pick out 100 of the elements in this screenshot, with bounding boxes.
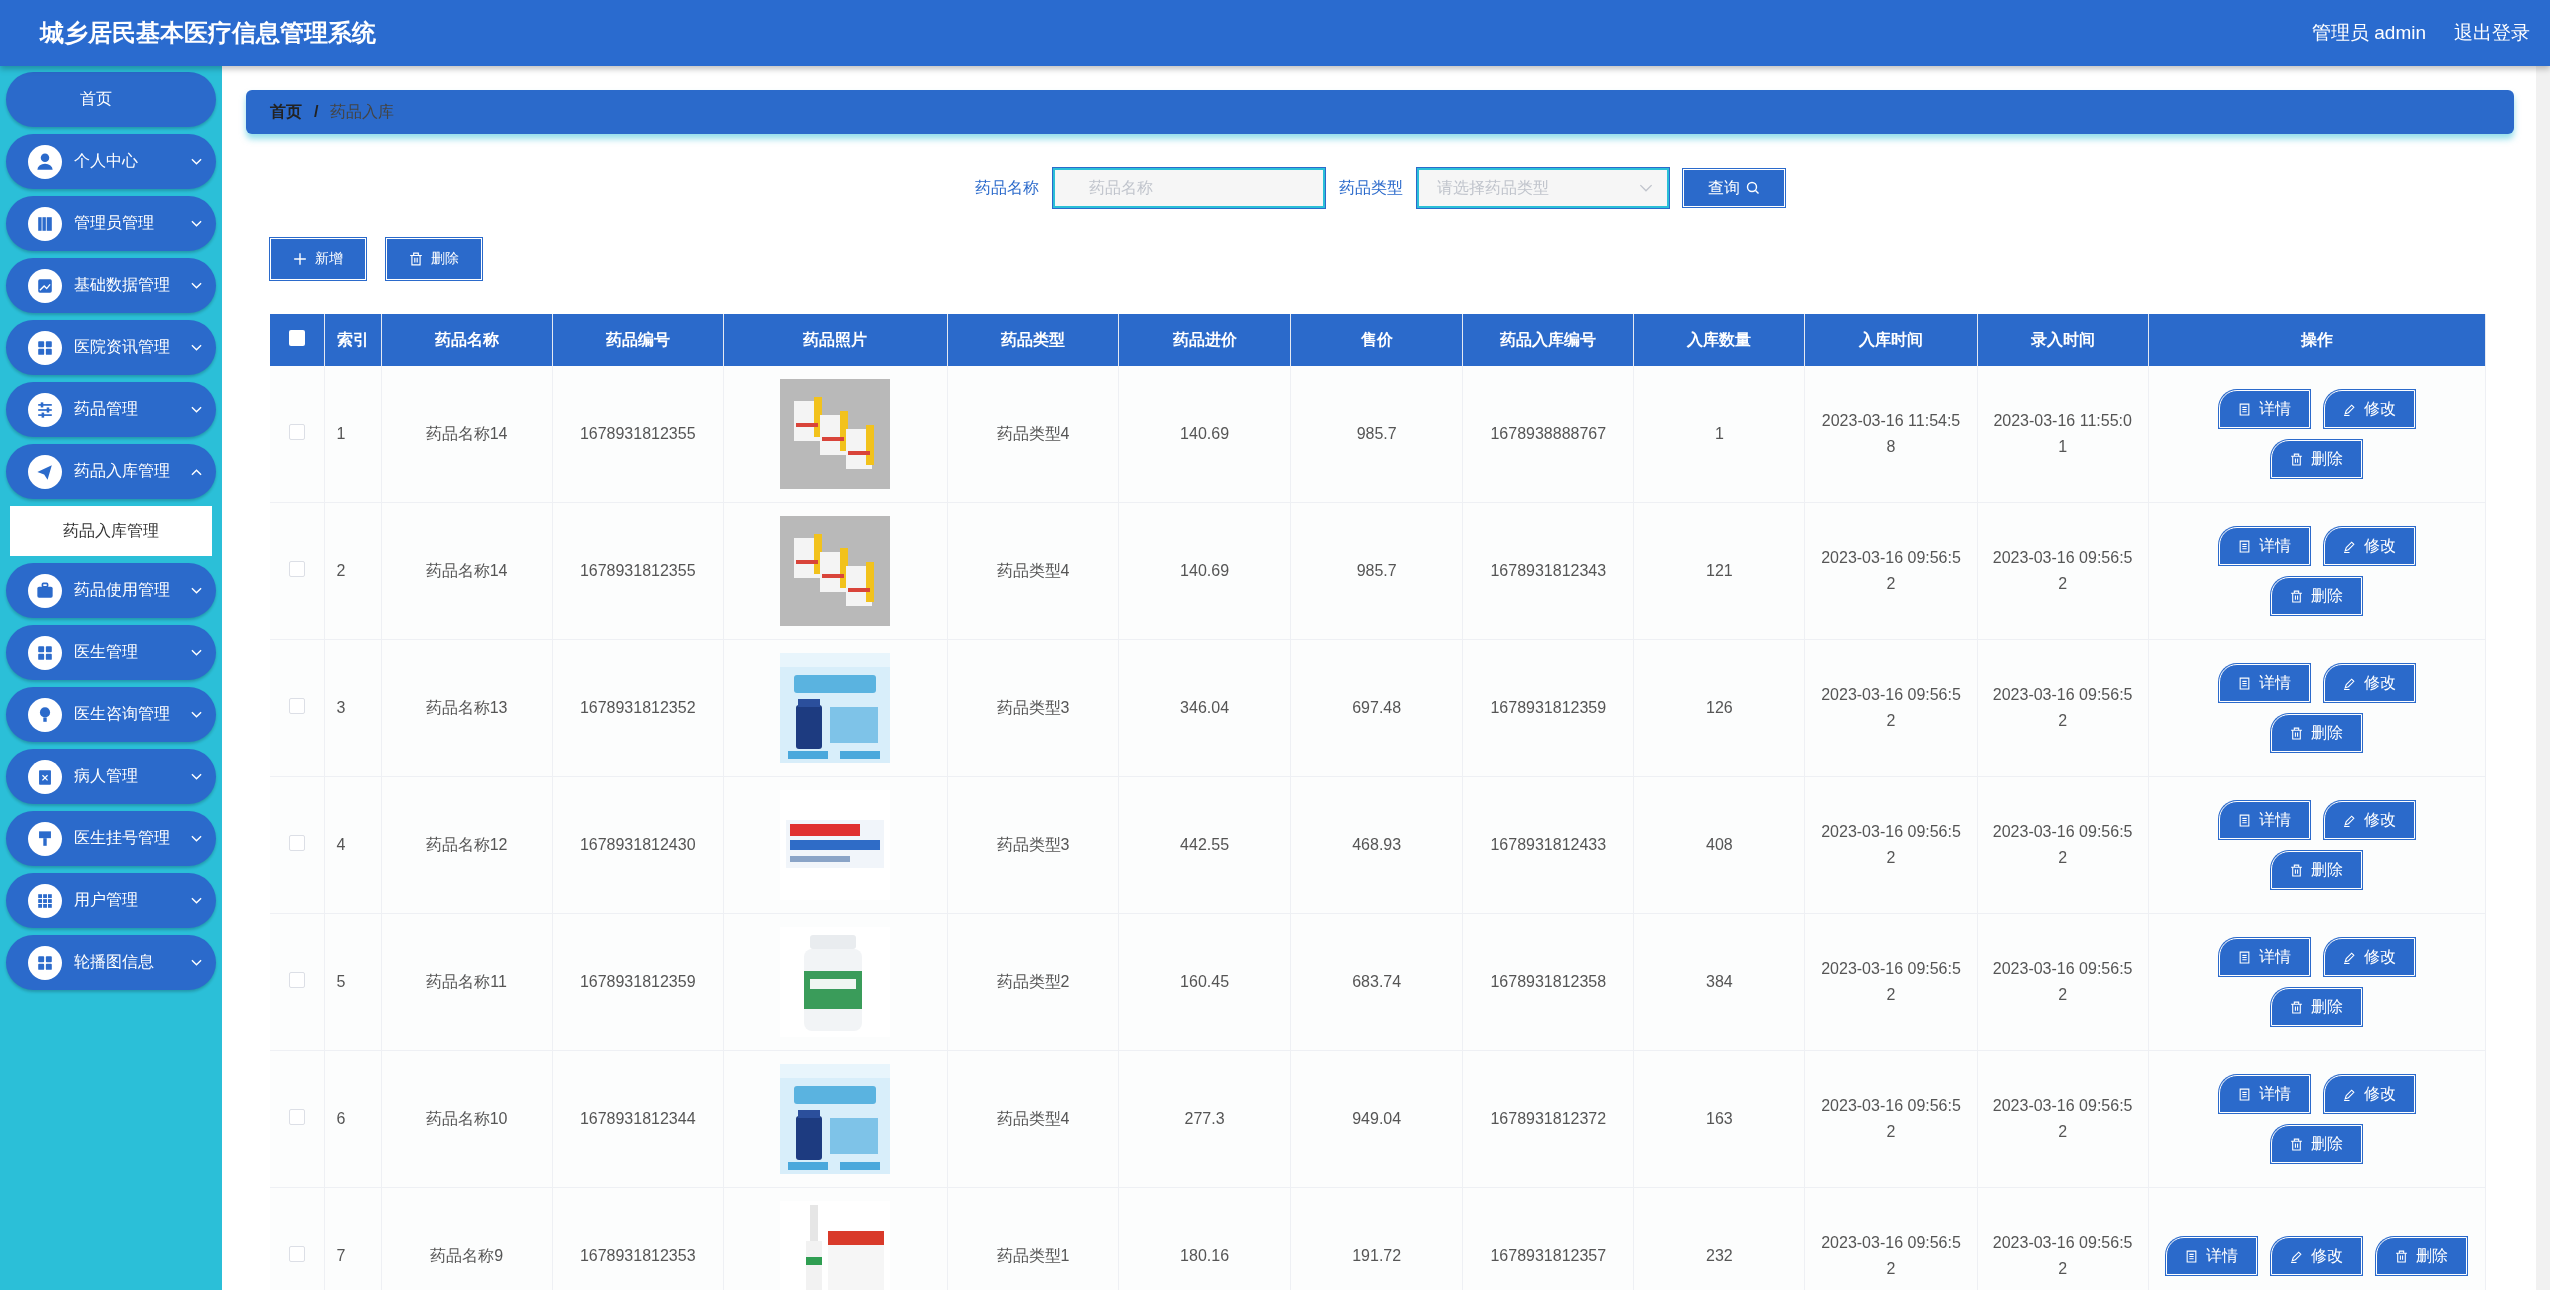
app-title: 城乡居民基本医疗信息管理系统	[40, 18, 376, 48]
table-cell: 1678931812433	[1462, 776, 1634, 914]
menu-item[interactable]: 首页	[6, 72, 216, 127]
menu-item[interactable]: 药品管理	[6, 382, 216, 437]
edit-button[interactable]: 修改	[2323, 664, 2415, 702]
clipboard-icon	[28, 759, 62, 794]
trash-icon	[2290, 1137, 2304, 1151]
chevron-icon[interactable]	[191, 648, 202, 657]
pencil-icon	[2342, 676, 2356, 690]
table-cell: 1678931812344	[552, 1050, 724, 1188]
table-cell: 1678938888767	[1462, 366, 1634, 503]
table-cell: 1678931812355	[552, 366, 724, 503]
submenu-item[interactable]: 药品入库管理	[10, 506, 212, 556]
table-cell: 1678931812359	[552, 913, 724, 1051]
trash-icon	[2290, 863, 2304, 877]
table-cell: 191.72	[1290, 1187, 1463, 1290]
table-cell: 2023-03-16 11:55:01	[1977, 366, 2149, 503]
table-cell: 985.7	[1290, 366, 1463, 503]
pencil-icon	[2290, 1249, 2304, 1263]
details-button[interactable]: 详情	[2218, 938, 2310, 976]
brush-icon	[28, 821, 62, 856]
breadcrumb-link[interactable]: 首页	[270, 101, 302, 123]
menu-item[interactable]: 用户管理	[6, 873, 216, 928]
edit-button[interactable]: 修改	[2323, 527, 2415, 565]
delete-button[interactable]: 删除	[2271, 440, 2363, 478]
table-cell: 药品名称12	[381, 776, 553, 914]
edit-button[interactable]: 修改	[2323, 938, 2415, 976]
chevron-icon[interactable]	[191, 405, 202, 414]
chevron-icon[interactable]	[191, 586, 202, 595]
chevron-icon[interactable]	[191, 157, 202, 166]
details-button[interactable]: 详情	[2218, 390, 2310, 428]
trash-icon	[2290, 589, 2304, 603]
table-cell: 药品名称14	[381, 366, 553, 503]
details-button[interactable]: 详情	[2166, 1237, 2258, 1275]
table-cell: 277.3	[1118, 1050, 1291, 1188]
row-checkbox[interactable]	[288, 561, 305, 577]
chevron-icon[interactable]	[191, 343, 202, 352]
menu-item[interactable]: 药品使用管理	[6, 563, 216, 618]
column-header: 药品名称	[381, 314, 553, 366]
delete-button[interactable]: 删除	[2271, 714, 2363, 752]
grid-icon	[28, 330, 62, 365]
table-cell: 1678931812430	[552, 776, 724, 914]
details-button[interactable]: 详情	[2218, 527, 2310, 565]
select-all-checkbox[interactable]	[288, 330, 305, 346]
table-cell: 346.04	[1118, 639, 1291, 777]
row-checkbox[interactable]	[288, 835, 305, 851]
search-button[interactable]: 查询	[1683, 169, 1785, 207]
table-cell: 1678931812353	[552, 1187, 724, 1290]
chevron-icon[interactable]	[191, 219, 202, 228]
details-button[interactable]: 详情	[2218, 801, 2310, 839]
menu-item[interactable]: 轮播图信息	[6, 935, 216, 990]
chevron-icon[interactable]	[191, 896, 202, 905]
row-checkbox[interactable]	[288, 1109, 305, 1125]
menu-item[interactable]: 医生挂号管理	[6, 811, 216, 866]
menu-item[interactable]: 药品入库管理	[6, 444, 216, 499]
menu-item[interactable]: 病人管理	[6, 749, 216, 804]
row-checkbox[interactable]	[288, 1246, 305, 1262]
sliders-icon	[28, 392, 62, 427]
trash-icon	[2290, 726, 2304, 740]
chevron-icon	[1639, 183, 1653, 193]
delete-button[interactable]: 删除	[2376, 1237, 2468, 1275]
edit-button[interactable]: 修改	[2323, 1075, 2415, 1113]
delete-button[interactable]: 删除	[386, 238, 482, 280]
chevron-icon[interactable]	[191, 467, 202, 476]
edit-button[interactable]: 修改	[2271, 1237, 2363, 1275]
menu-item[interactable]: 管理员管理	[6, 196, 216, 251]
chevron-icon[interactable]	[191, 281, 202, 290]
row-checkbox[interactable]	[288, 972, 305, 988]
table-cell: 949.04	[1290, 1050, 1463, 1188]
delete-button[interactable]: 删除	[2271, 1125, 2363, 1163]
details-button[interactable]: 详情	[2218, 1075, 2310, 1113]
chevron-icon[interactable]	[191, 772, 202, 781]
row-checkbox[interactable]	[288, 698, 305, 714]
menu-item[interactable]: 医生咨询管理	[6, 687, 216, 742]
chevron-icon[interactable]	[191, 710, 202, 719]
delete-button[interactable]: 删除	[2271, 577, 2363, 615]
logout-link[interactable]: 退出登录	[2454, 20, 2530, 46]
chevron-icon[interactable]	[191, 834, 202, 843]
details-button[interactable]: 详情	[2218, 664, 2310, 702]
delete-button[interactable]: 删除	[2271, 988, 2363, 1026]
table-cell: 2023-03-16 09:56:52	[1804, 776, 1978, 914]
document-icon	[2237, 1087, 2251, 1101]
chevron-icon[interactable]	[191, 958, 202, 967]
add-button[interactable]: 新增	[270, 238, 366, 280]
document-icon	[2237, 539, 2251, 553]
document-icon	[2237, 676, 2251, 690]
document-icon	[2237, 402, 2251, 416]
row-checkbox[interactable]	[288, 424, 305, 440]
column-header: 入库数量	[1633, 314, 1805, 366]
menu-item[interactable]: 医院资讯管理	[6, 320, 216, 375]
table-cell: 1678931812357	[1462, 1187, 1634, 1290]
menu-item[interactable]: 医生管理	[6, 625, 216, 680]
edit-button[interactable]: 修改	[2323, 390, 2415, 428]
column-header: 药品照片	[723, 314, 948, 366]
menu-item[interactable]: 基础数据管理	[6, 258, 216, 313]
grid-icon	[28, 635, 62, 670]
column-header: 索引	[324, 314, 382, 366]
delete-button[interactable]: 删除	[2271, 851, 2363, 889]
menu-item[interactable]: 个人中心	[6, 134, 216, 189]
edit-button[interactable]: 修改	[2323, 801, 2415, 839]
